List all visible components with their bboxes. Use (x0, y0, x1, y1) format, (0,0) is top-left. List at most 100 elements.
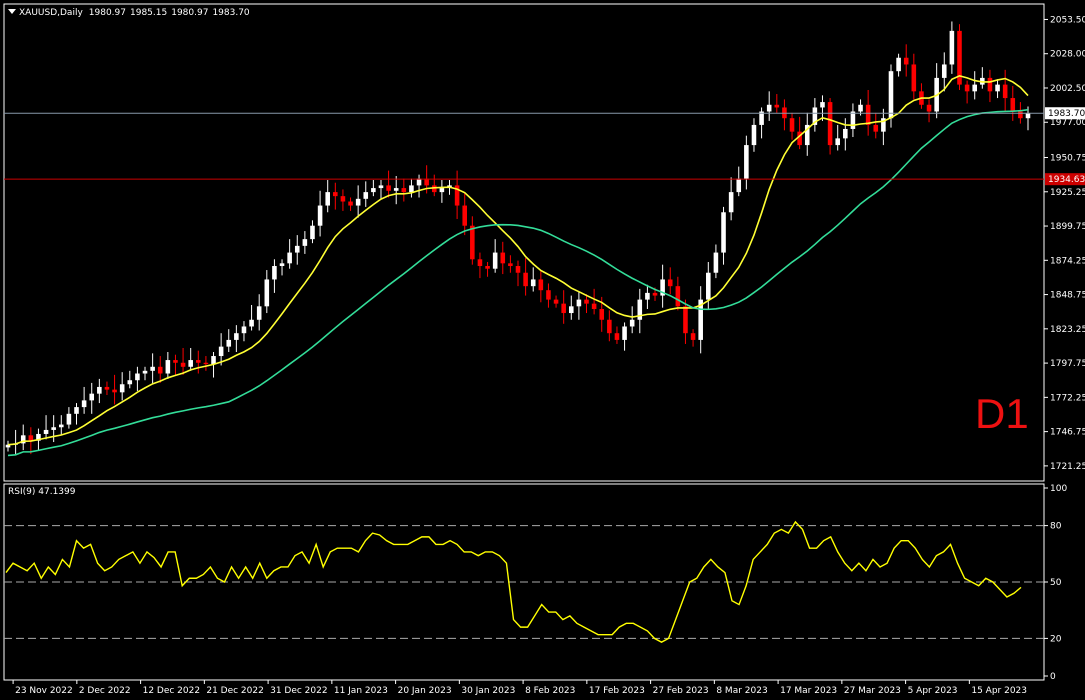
candle-body (74, 407, 79, 414)
candle-body (51, 427, 56, 430)
candle-body (911, 64, 917, 92)
candle-body (333, 192, 338, 197)
candle-body (865, 104, 871, 125)
candle-body (401, 188, 407, 193)
ohlc-open: 1980.97 (88, 8, 126, 18)
candle-body (949, 30, 955, 65)
ohlc-low: 1980.97 (171, 8, 209, 18)
time-tick-label: 23 Nov 2022 (15, 686, 73, 696)
time-tick-label: 30 Jan 2023 (461, 686, 515, 696)
rsi-tick-label: 20 (1050, 634, 1062, 644)
price-tick-label: 1721.25 (1050, 462, 1085, 472)
rsi-value: 47.1399 (38, 487, 76, 497)
candle-body (81, 400, 87, 408)
candle-body (424, 178, 429, 186)
rsi-label: RSI(9) 47.1399 (8, 487, 75, 497)
candle-body (112, 389, 117, 393)
candle-body (165, 360, 171, 374)
candle-body (622, 326, 627, 340)
candle-body (584, 299, 589, 304)
candle-body (310, 225, 315, 240)
candle-body (827, 102, 833, 146)
price-tick-label: 1899.75 (1050, 222, 1085, 232)
candle-body (325, 192, 330, 206)
candle-body (888, 71, 894, 119)
candle-body (508, 263, 513, 267)
candle-body (599, 309, 605, 320)
price-tick-label: 1977.00 (1050, 118, 1085, 128)
candle-body (728, 192, 734, 213)
candle-body (127, 380, 133, 385)
timeframe-badge: D1 (975, 390, 1029, 437)
candle-body (317, 205, 323, 226)
time-tick-label: 27 Mar 2023 (844, 686, 901, 696)
price-tick-label: 1950.75 (1050, 154, 1085, 164)
ohlc-high: 1985.15 (130, 8, 168, 18)
candle-body (119, 384, 125, 393)
candle-body (774, 104, 780, 108)
time-tick-label: 2 Dec 2022 (79, 686, 131, 696)
rsi-tick-label: 50 (1050, 578, 1062, 588)
candle-body (150, 366, 155, 371)
candle-body (546, 290, 551, 300)
time-tick-label: 5 Apr 2023 (908, 686, 958, 696)
candle-body (721, 212, 726, 253)
candle-body (629, 319, 635, 327)
candle-body (538, 279, 544, 291)
rsi-tick-label: 0 (1050, 672, 1056, 682)
candle-body (462, 205, 467, 226)
price-tick-label: 1823.25 (1050, 325, 1085, 335)
candle-body (485, 266, 490, 269)
time-tick-label: 12 Dec 2022 (143, 686, 201, 696)
candle-body (706, 272, 711, 300)
candle-body (28, 435, 34, 441)
candle-body (987, 77, 993, 92)
price-tick-label: 2002.50 (1050, 84, 1085, 94)
candle-body (249, 319, 254, 327)
price-tick-label: 2053.50 (1050, 15, 1085, 25)
candle-body (690, 333, 696, 340)
ohlc-close: 1983.70 (212, 8, 250, 18)
candle-body (675, 286, 681, 307)
candle-body (279, 263, 285, 267)
time-tick-label: 8 Mar 2023 (716, 686, 767, 696)
symbol-dropdown-icon[interactable] (8, 9, 16, 14)
candle-body (591, 303, 597, 310)
level-price-label: 1934.63 (1048, 175, 1085, 185)
price-tick-label: 1925.25 (1050, 188, 1085, 198)
candle-body (553, 299, 559, 304)
candle-body (142, 370, 148, 374)
candle-body (736, 178, 742, 193)
time-tick-label: 17 Feb 2023 (589, 686, 645, 696)
candle-body (203, 362, 209, 365)
candle-body (302, 239, 308, 246)
candle-body (873, 124, 879, 132)
time-tick-label: 11 Jan 2023 (334, 686, 388, 696)
candle-body (751, 124, 757, 146)
candle-body (173, 360, 178, 363)
candle-body (470, 225, 475, 260)
candle-body (964, 84, 970, 92)
candle-body (858, 104, 863, 112)
candle-body (530, 279, 536, 287)
candle-body (355, 198, 361, 206)
candle-body (766, 104, 772, 112)
candle-body (972, 84, 977, 92)
candle-body (43, 429, 49, 434)
candle-body (234, 333, 239, 340)
candle-body (515, 266, 521, 273)
candle-body (1018, 111, 1023, 119)
time-tick-label: 27 Feb 2023 (653, 686, 709, 696)
candle-body (576, 299, 582, 307)
price-tick-label: 1874.25 (1050, 256, 1085, 266)
rsi-tick-label: 80 (1050, 522, 1062, 532)
bid-price-label: 1983.70 (1048, 109, 1085, 119)
candle-body (492, 252, 498, 269)
price-tick-label: 1797.75 (1050, 359, 1085, 369)
candle-body (272, 266, 277, 280)
price-tick-label: 1848.75 (1050, 291, 1085, 301)
candle-body (523, 272, 528, 287)
main-panel-frame (3, 3, 1045, 482)
candle-body (850, 111, 856, 129)
chart-canvas[interactable]: 2053.50 2028.00 2002.50 1977.00 1950.75 1925.… (0, 0, 1085, 700)
